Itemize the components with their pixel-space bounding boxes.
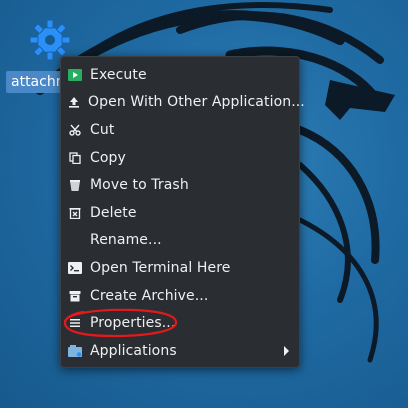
menu-item-label: Move to Trash bbox=[90, 177, 189, 194]
menu-item-applications[interactable]: Applications bbox=[61, 337, 299, 365]
menu-item-properties[interactable]: Properties... bbox=[61, 309, 299, 338]
terminal-icon bbox=[68, 261, 82, 275]
menu-item-copy[interactable]: Copy bbox=[61, 144, 299, 172]
menu-item-label: Create Archive... bbox=[90, 287, 209, 304]
scissors-icon bbox=[68, 123, 82, 137]
menu-item-delete[interactable]: Delete bbox=[61, 199, 299, 227]
menu-item-execute[interactable]: Execute bbox=[61, 61, 299, 89]
chevron-right-icon bbox=[284, 345, 289, 356]
properties-icon bbox=[68, 316, 82, 330]
context-menu: Execute Open With Other Application... C… bbox=[60, 56, 305, 368]
menu-item-label: Open With Other Application... bbox=[88, 94, 305, 111]
menu-item-open-terminal[interactable]: Open Terminal Here bbox=[61, 254, 299, 282]
menu-item-label: Open Terminal Here bbox=[90, 259, 231, 276]
menu-item-label: Delete bbox=[90, 204, 137, 221]
copy-icon bbox=[68, 151, 82, 165]
menu-item-cut[interactable]: Cut bbox=[61, 116, 299, 144]
upload-icon bbox=[68, 95, 80, 109]
menu-item-label: Properties... bbox=[90, 315, 176, 332]
blank-icon bbox=[68, 233, 82, 247]
menu-item-label: Applications bbox=[90, 342, 177, 359]
archive-icon bbox=[68, 289, 82, 303]
menu-item-label: Cut bbox=[90, 121, 115, 138]
trash-icon bbox=[68, 178, 82, 192]
menu-item-rename[interactable]: Rename... bbox=[61, 227, 299, 255]
menu-item-label: Execute bbox=[90, 66, 147, 83]
applications-icon bbox=[68, 344, 82, 358]
delete-icon bbox=[68, 206, 82, 220]
menu-item-create-archive[interactable]: Create Archive... bbox=[61, 282, 299, 310]
menu-item-label: Rename... bbox=[90, 232, 162, 249]
menu-item-open-with[interactable]: Open With Other Application... bbox=[61, 89, 305, 117]
menu-item-label: Copy bbox=[90, 149, 126, 166]
menu-item-move-to-trash[interactable]: Move to Trash bbox=[61, 171, 299, 199]
play-icon bbox=[68, 68, 82, 82]
